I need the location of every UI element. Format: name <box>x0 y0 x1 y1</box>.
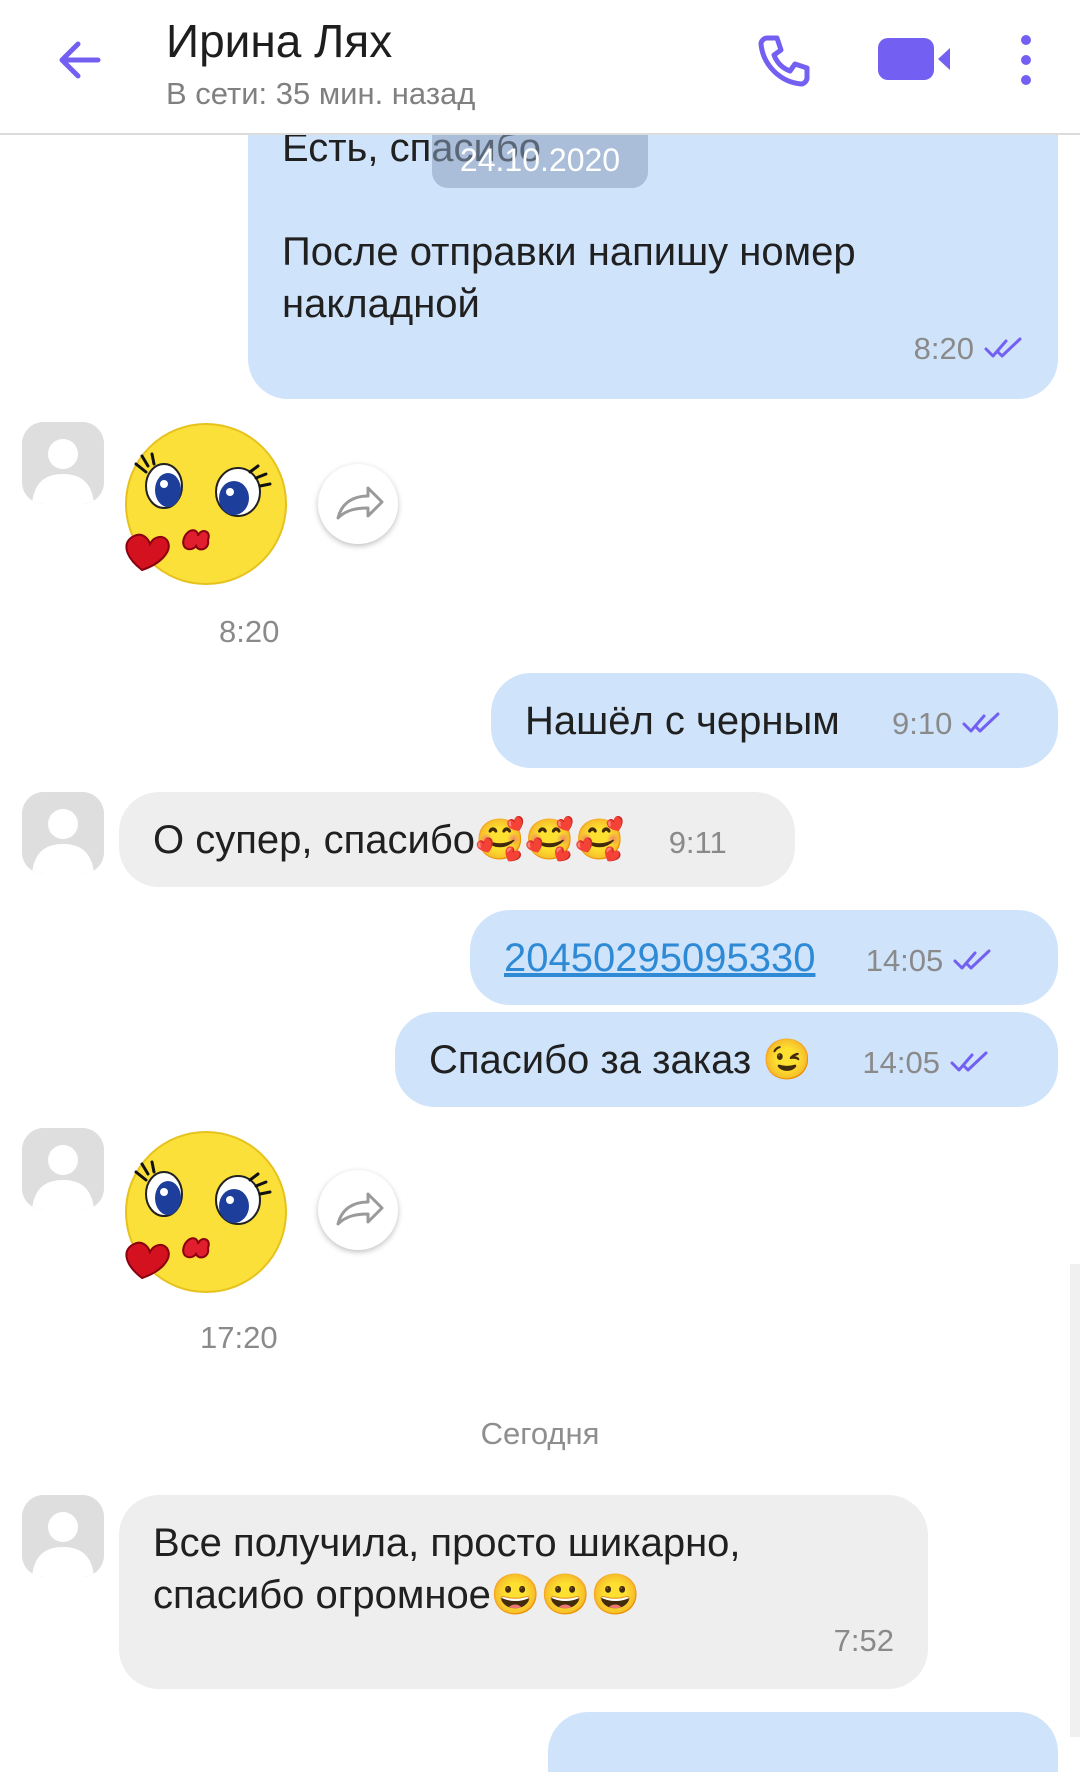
outgoing-message[interactable]: Спасибо за заказ 😉 14:05 <box>395 1012 1058 1107</box>
contact-status: В сети: 35 мин. назад <box>166 76 476 111</box>
read-ticks-icon <box>984 337 1024 359</box>
forward-icon[interactable] <box>318 464 398 544</box>
chat-header: Ирина Лях В сети: 35 мин. назад <box>0 0 1080 135</box>
day-divider: Сегодня <box>480 1416 600 1451</box>
avatar[interactable] <box>22 792 104 874</box>
message-text: О супер, спасибо🥰🥰🥰 <box>153 818 625 862</box>
read-ticks-icon <box>953 949 993 971</box>
message-time: 8:20 <box>913 331 974 366</box>
message-text: Нашёл с черным <box>525 699 840 743</box>
more-vert-icon[interactable] <box>1008 30 1044 90</box>
message-time: 17:20 <box>200 1320 278 1355</box>
kissing-face-sticker[interactable] <box>118 420 288 590</box>
message-text: После отправки напишу номер <box>282 230 856 274</box>
message-time: 9:11 <box>668 825 727 860</box>
message-time: 8:20 <box>219 614 280 649</box>
message-time: 7:52 <box>833 1623 894 1658</box>
forward-icon[interactable] <box>318 1170 398 1250</box>
avatar[interactable] <box>22 1128 104 1210</box>
read-ticks-icon <box>950 1051 990 1073</box>
outgoing-message[interactable]: 20450295095330 14:05 <box>470 910 1058 1005</box>
outgoing-message[interactable]: Нашёл с черным 9:10 <box>491 673 1058 768</box>
read-ticks-icon <box>962 712 1002 734</box>
date-label: 24.10.2020 <box>432 132 648 188</box>
message-meta: 8:20 <box>914 320 1024 375</box>
video-call-icon[interactable] <box>876 34 952 84</box>
avatar[interactable] <box>22 1495 104 1577</box>
message-text: спасибо огромное😀😀😀 <box>153 1573 641 1617</box>
avatar[interactable] <box>22 422 104 504</box>
back-arrow-icon[interactable] <box>50 30 110 90</box>
scrollbar[interactable] <box>1070 1264 1080 1737</box>
kissing-face-sticker[interactable] <box>118 1128 288 1298</box>
phone-icon[interactable] <box>753 30 813 90</box>
message-time: 9:10 <box>891 706 953 741</box>
message-time: 14:05 <box>865 943 944 978</box>
incoming-message[interactable]: Все получила, просто шикарно, спасибо ог… <box>119 1495 928 1689</box>
tracking-number-link[interactable]: 20450295095330 <box>504 936 815 980</box>
message-text: Все получила, просто шикарно, <box>153 1521 741 1565</box>
incoming-message[interactable]: О супер, спасибо🥰🥰🥰 9:11 <box>119 792 795 887</box>
contact-name[interactable]: Ирина Лях <box>166 14 392 68</box>
outgoing-message[interactable] <box>548 1712 1058 1772</box>
outgoing-message[interactable]: Есть, спасибо После отправки напишу номе… <box>248 120 1058 399</box>
message-text: Спасибо за заказ 😉 <box>429 1038 813 1082</box>
message-time: 14:05 <box>862 1045 940 1080</box>
